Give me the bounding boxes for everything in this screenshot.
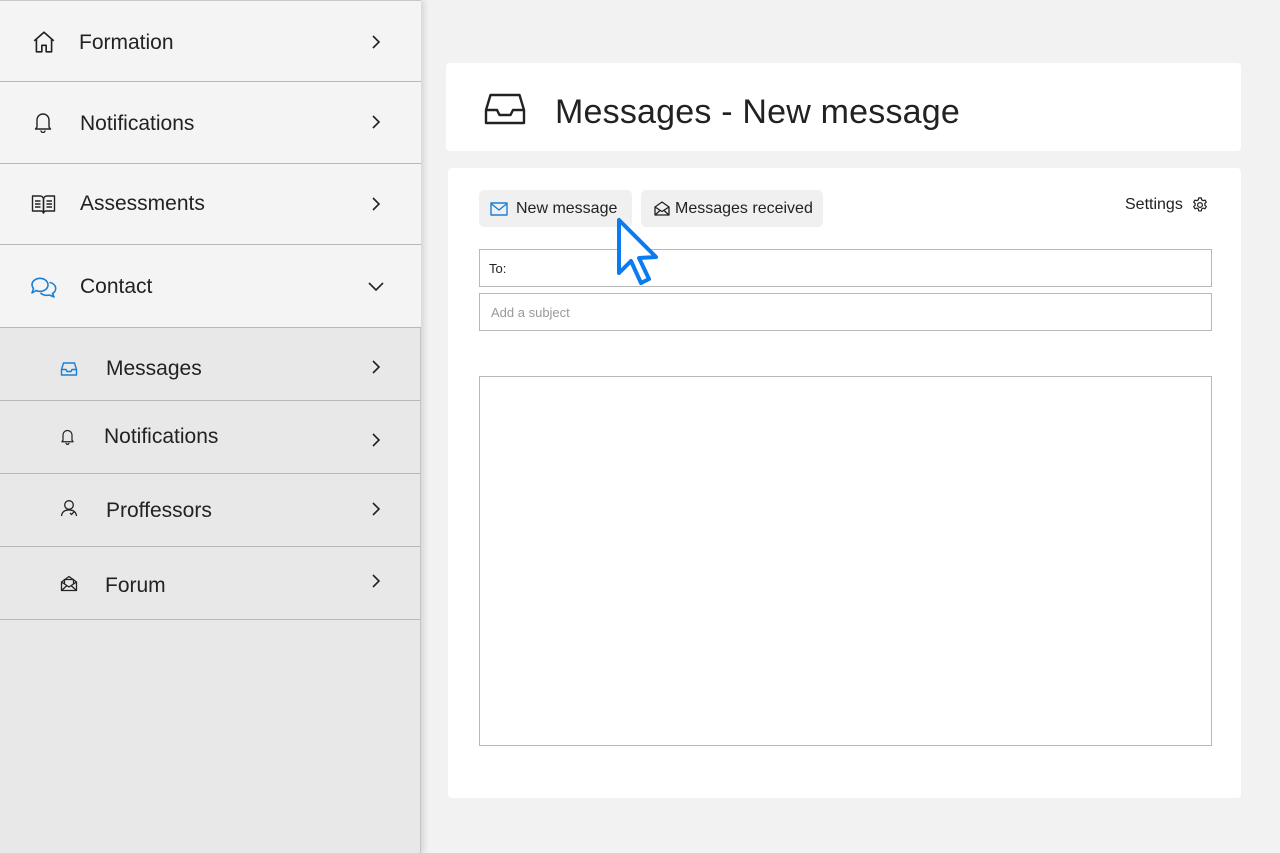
- recipient-input[interactable]: [512, 250, 1211, 286]
- subject-field: [479, 293, 1212, 331]
- recipient-field[interactable]: To:: [479, 249, 1212, 287]
- bell-icon: [60, 428, 75, 445]
- sidebar-item-assessments[interactable]: Assessments: [0, 164, 421, 245]
- sidebar-item-notifications[interactable]: Notifications: [0, 82, 421, 164]
- sidebar-subitem-proffessors[interactable]: Proffessors: [0, 474, 420, 547]
- subject-input[interactable]: [480, 294, 1211, 330]
- to-label: To:: [489, 260, 507, 276]
- sidebar-item-contact[interactable]: Contact: [0, 245, 421, 328]
- chevron-right-icon: [368, 34, 384, 50]
- compose-panel: New message Messages received Settings T…: [448, 168, 1241, 798]
- sidebar-item-label: Assessments: [80, 192, 205, 215]
- user-icon: [60, 499, 78, 517]
- sidebar-subitem-messages[interactable]: Messages: [0, 328, 420, 401]
- settings-label: Settings: [1125, 196, 1183, 213]
- messages-received-label: Messages received: [675, 199, 813, 217]
- sidebar-subitem-label: Messages: [106, 357, 202, 380]
- chevron-right-icon: [368, 501, 384, 517]
- inbox-icon: [60, 361, 78, 377]
- sidebar-subitem-label: Forum: [105, 574, 166, 597]
- sidebar-subitem-label: Proffessors: [106, 499, 212, 522]
- sidebar-item-label: Formation: [79, 31, 174, 54]
- book-icon: [31, 193, 56, 215]
- chat-icon: [29, 273, 57, 301]
- chevron-right-icon: [368, 114, 384, 130]
- home-icon: [31, 29, 57, 55]
- chevron-down-icon: [368, 278, 384, 294]
- sidebar-item-formation[interactable]: Formation: [0, 0, 421, 82]
- chevron-right-icon: [368, 432, 384, 448]
- sidebar-subitem-forum[interactable]: Forum: [0, 547, 420, 620]
- envelope-open-icon: [654, 201, 670, 216]
- sidebar-item-label: Contact: [80, 275, 153, 298]
- sidebar-item-label: Notifications: [80, 112, 195, 135]
- sidebar-subitem-label: Notifications: [104, 425, 219, 448]
- bell-icon: [33, 111, 53, 133]
- sidebar: Formation Notifications Assessments Cont…: [0, 0, 421, 853]
- envelope-open-icon: [60, 575, 78, 592]
- settings-button[interactable]: Settings: [1125, 196, 1209, 214]
- envelope-icon: [490, 201, 508, 216]
- gear-icon: [1191, 196, 1209, 214]
- inbox-icon: [484, 92, 526, 131]
- chevron-right-icon: [368, 573, 384, 589]
- messages-received-tab[interactable]: Messages received: [641, 190, 823, 227]
- page-title: Messages - New message: [555, 93, 960, 131]
- chevron-right-icon: [368, 359, 384, 375]
- sidebar-subitem-notifications[interactable]: Notifications: [0, 401, 420, 474]
- new-message-label: New message: [516, 199, 618, 217]
- chevron-right-icon: [368, 196, 384, 212]
- page-header: Messages - New message: [446, 63, 1241, 151]
- message-body-textarea[interactable]: [479, 376, 1212, 746]
- new-message-tab[interactable]: New message: [479, 190, 632, 227]
